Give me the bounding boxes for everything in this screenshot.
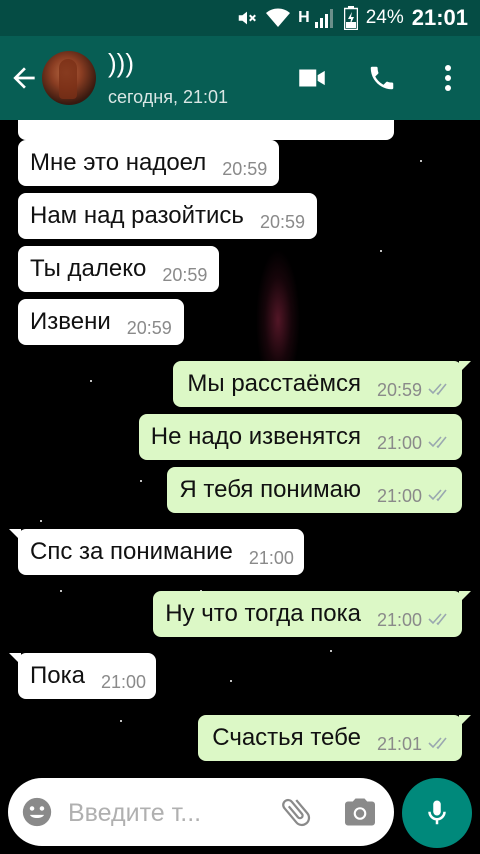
message-bubble-outgoing[interactable]: Не надо извенятся 21:00 [138, 414, 462, 460]
message-bubble-partial [18, 120, 394, 140]
message-time: 20:59 [222, 158, 268, 179]
message-text: Мы расстаёмся [187, 370, 361, 397]
message-text: Извени [30, 308, 111, 335]
message-bubble[interactable]: Пока 21:00 [9, 653, 157, 699]
message-time: 20:59 [376, 379, 422, 400]
message-composer [8, 778, 394, 846]
message-time: 21:00 [100, 671, 147, 692]
more-vert-icon[interactable] [430, 60, 466, 96]
message-bubble-outgoing[interactable]: Я тебя понимаю 21:00 [167, 467, 462, 513]
double-check-icon [428, 736, 452, 750]
message-text: Ну что тогда пока [165, 600, 361, 627]
message-input[interactable] [66, 790, 248, 836]
message-text: Счастья тебе [212, 724, 361, 751]
chat-header: ))) сегодня, 21:01 [0, 36, 480, 120]
avatar[interactable] [42, 51, 96, 105]
message-text: Спс за понимание [30, 538, 233, 565]
message-bubble-outgoing[interactable]: Ну что тогда пока 21:00 [153, 591, 471, 637]
video-camera-icon[interactable] [294, 60, 330, 96]
last-seen: сегодня, 21:01 [108, 87, 229, 107]
message-text: Не надо извенятся [150, 423, 361, 450]
message-bubble-outgoing[interactable]: Мы расстаёмся 20:59 [173, 361, 471, 407]
battery-charging-icon [343, 6, 358, 30]
message-time: 20:59 [126, 317, 172, 338]
arrow-left-icon[interactable] [8, 62, 40, 94]
network-type-label: H [298, 9, 310, 26]
message-text: Нам над разойтись [30, 202, 244, 229]
status-bar: H 24% 21:01 [0, 0, 480, 36]
message-text: Пока [30, 662, 85, 689]
bubble-tail [459, 715, 471, 727]
double-check-icon [428, 435, 452, 449]
bubble-tail [459, 591, 471, 603]
message-bubble-outgoing[interactable]: Счастья тебе 21:01 [198, 715, 471, 761]
clock: 21:01 [411, 5, 468, 30]
double-check-icon [428, 382, 452, 396]
message-bubble[interactable]: Спс за понимание 21:00 [9, 529, 304, 575]
message-time: 21:00 [376, 609, 422, 630]
message-text: Я тебя понимаю [179, 476, 361, 503]
message-time: 20:59 [259, 211, 305, 232]
phone-icon[interactable] [364, 60, 400, 96]
battery-percent: 24% [365, 7, 404, 28]
message-time: 20:59 [162, 264, 208, 285]
message-text: Ты далеко [30, 255, 147, 282]
bubble-tail [9, 529, 21, 541]
microphone-icon[interactable] [402, 778, 472, 848]
camera-icon[interactable] [342, 794, 378, 830]
message-time: 21:01 [376, 733, 422, 754]
status-icons: H 24% 21:01 [236, 0, 468, 36]
message-time: 21:00 [376, 432, 422, 453]
double-check-icon [428, 488, 452, 502]
signal-icon [314, 8, 336, 28]
message-time: 21:00 [376, 485, 422, 506]
bubble-tail [9, 653, 21, 665]
wifi-icon [266, 8, 291, 28]
smiley-icon[interactable] [20, 795, 54, 829]
double-check-icon [428, 612, 452, 626]
mute-icon [236, 7, 258, 29]
message-bubble[interactable]: Мне это надоел 20:59 [18, 140, 280, 186]
paperclip-icon[interactable] [278, 794, 314, 830]
message-bubble[interactable]: Извени 20:59 [18, 299, 184, 345]
message-bubble[interactable]: Ты далеко 20:59 [18, 246, 220, 292]
message-text: Мне это надоел [30, 149, 207, 176]
message-time: 21:00 [248, 547, 294, 568]
contact-name[interactable]: ))) [108, 48, 134, 79]
chat-area[interactable]: Мне это надоел 20:59 Нам над разойтись 2… [0, 120, 480, 774]
message-bubble[interactable]: Нам над разойтись 20:59 [18, 193, 317, 239]
bubble-tail [459, 361, 471, 373]
